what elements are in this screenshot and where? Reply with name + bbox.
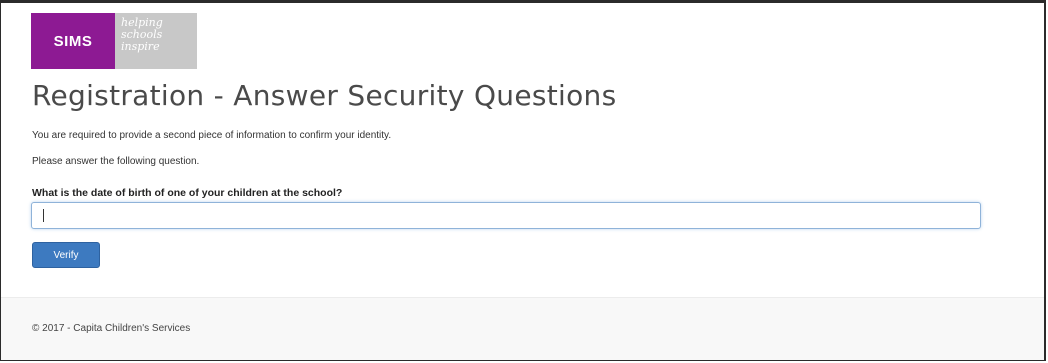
- text-caret: [43, 209, 44, 222]
- instruction-text: Please answer the following question.: [32, 156, 200, 167]
- copyright-text: © 2017 - Capita Children's Services: [32, 323, 191, 334]
- page-title: Registration - Answer Security Questions: [32, 79, 617, 112]
- tagline-word: inspire: [121, 40, 160, 53]
- intro-text: You are required to provide a second pie…: [32, 130, 392, 141]
- logo-tagline: helping schools inspire: [115, 13, 197, 69]
- main-content: Registration - Answer Security Questions…: [1, 73, 1044, 295]
- header: SIMS helping schools inspire: [1, 3, 1044, 71]
- security-answer-input[interactable]: [31, 202, 981, 229]
- sims-logo-mark: SIMS: [31, 13, 115, 69]
- browser-page: SIMS helping schools inspire Registratio…: [0, 0, 1046, 361]
- verify-button[interactable]: Verify: [32, 242, 100, 268]
- sims-logo[interactable]: SIMS helping schools inspire: [31, 13, 197, 69]
- security-question-label: What is the date of birth of one of your…: [32, 187, 343, 199]
- footer: © 2017 - Capita Children's Services: [1, 297, 1044, 360]
